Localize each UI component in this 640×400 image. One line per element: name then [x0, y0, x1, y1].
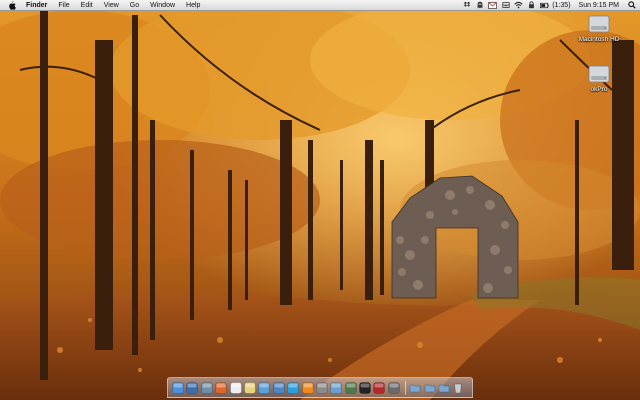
- battery-time: (1:35): [552, 1, 571, 9]
- firefox-dock-icon[interactable]: [215, 381, 227, 394]
- apple-menu-icon[interactable]: [7, 0, 17, 10]
- mail-dock-icon[interactable]: [330, 381, 343, 394]
- notes-dock-icon[interactable]: [244, 381, 256, 394]
- menu-help[interactable]: Help: [186, 0, 200, 11]
- desktop-icon-label: okPro: [590, 86, 608, 93]
- system-prefs-dock-icon[interactable]: [316, 381, 328, 394]
- skype-dock-icon[interactable]: [287, 381, 299, 394]
- menu-bar: Finder File Edit View Go Window Help (1:…: [0, 0, 640, 11]
- desktop-icon-label: Macintosh HD: [578, 36, 620, 43]
- gmail-icon[interactable]: [488, 1, 498, 10]
- downloads-folder-icon[interactable]: [438, 382, 450, 394]
- search-icon[interactable]: [627, 1, 636, 10]
- hard-drive-icon: [588, 15, 610, 33]
- utility-dock-icon[interactable]: [388, 381, 400, 394]
- hard-drive-icon: [588, 65, 610, 83]
- documents-folder-icon[interactable]: [424, 382, 436, 394]
- photobooth-dock-icon[interactable]: [373, 381, 386, 394]
- preview-dock-icon[interactable]: [201, 381, 213, 394]
- dashboard-dock-icon[interactable]: [186, 381, 199, 394]
- desktop-icon-macintosh-hd[interactable]: Macintosh HD: [569, 14, 629, 43]
- menu-view[interactable]: View: [104, 0, 119, 11]
- app-store-dock-icon[interactable]: [272, 381, 285, 394]
- menu-app-finder[interactable]: Finder: [26, 0, 47, 11]
- dock: [167, 377, 473, 398]
- vlc-dock-icon[interactable]: [301, 381, 314, 394]
- lock-icon[interactable]: [527, 1, 536, 10]
- finder-dock-icon[interactable]: [172, 381, 184, 394]
- menu-clock[interactable]: Sun 9:15 PM: [579, 0, 619, 11]
- menu-extras: (1:35) Sun 9:15 PM: [458, 0, 640, 11]
- menu-file[interactable]: File: [58, 0, 69, 11]
- tray-icon[interactable]: [501, 1, 510, 10]
- applications-folder-icon[interactable]: [409, 382, 421, 394]
- ghost-icon[interactable]: [475, 1, 484, 10]
- desktop-wallpaper: [0, 0, 640, 400]
- dropbox-icon[interactable]: [462, 1, 471, 10]
- menu-window[interactable]: Window: [150, 0, 175, 11]
- wifi-icon[interactable]: [514, 1, 523, 10]
- battery-icon[interactable]: [540, 1, 549, 10]
- terminal-dock-icon[interactable]: [359, 381, 371, 394]
- activity-monitor-dock-icon[interactable]: [344, 381, 357, 394]
- calendar-dock-icon[interactable]: [229, 381, 242, 394]
- trash-icon[interactable]: [452, 382, 464, 394]
- menu-go[interactable]: Go: [130, 0, 139, 11]
- desktop-icon-okpro[interactable]: okPro: [569, 64, 629, 93]
- desktop-screen: Finder File Edit View Go Window Help (1:…: [0, 0, 640, 400]
- dock-separator: [405, 380, 407, 395]
- menu-edit[interactable]: Edit: [81, 0, 93, 11]
- itunes-dock-icon[interactable]: [258, 381, 271, 394]
